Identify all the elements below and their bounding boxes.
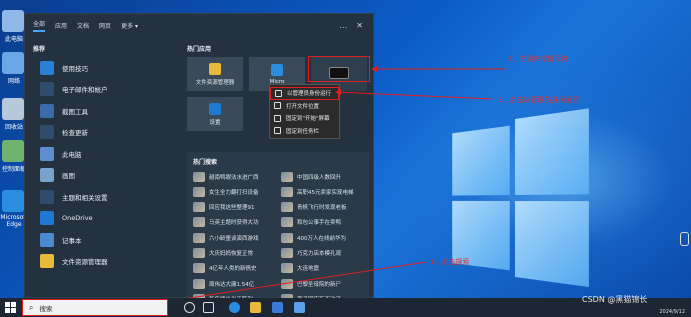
annotation-step2: 2、右键命令提示符 [508,55,569,63]
arrow-step1 [169,261,427,304]
annotation-step3: 3、点击以管理员身份运行 [498,96,580,104]
task-view-icon[interactable] [184,302,195,313]
taskbar-search-box[interactable]: ⌕ 搜索 [22,299,168,316]
search-icon: ⌕ [29,302,34,312]
search-placeholder: 搜索 [39,304,53,313]
windows-start-icon[interactable] [5,302,16,313]
annotation-step1: 1、点击搜索 [430,258,470,266]
taskbar-clock[interactable]: 2024/9/12 [659,309,685,316]
widgets-icon[interactable] [203,302,214,313]
watermark: CSDN @黑猫锦长 [582,295,648,304]
edge-taskbar-icon[interactable] [229,302,240,313]
side-indicator [680,232,689,246]
arrow-step3 [335,89,493,100]
taskbar-date: 2024/9/12 [659,309,685,315]
annotation-arrows [169,66,505,304]
file-explorer-taskbar-icon[interactable] [250,302,261,313]
store-taskbar-icon[interactable] [272,302,283,313]
mail-taskbar-icon[interactable] [294,302,305,313]
